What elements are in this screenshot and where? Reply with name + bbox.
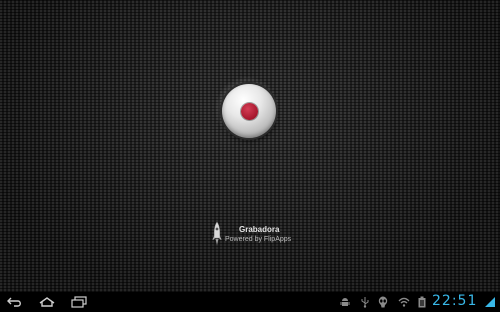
status-clock: 22:51 <box>432 293 478 309</box>
system-navigation-bar: 22:51 <box>0 292 500 312</box>
branding: Grabadora Powered by FlipApps <box>212 222 302 248</box>
recent-apps-icon[interactable] <box>70 295 88 309</box>
alien-icon <box>378 296 388 308</box>
app-name: Grabadora <box>239 225 280 234</box>
signal-icon <box>485 297 495 307</box>
recorder-app-area: Grabadora Powered by FlipApps <box>0 0 500 292</box>
powered-by-text: Powered by FlipApps <box>225 236 292 243</box>
record-icon <box>241 103 258 120</box>
rocket-logo-icon <box>212 222 222 245</box>
wifi-icon <box>398 297 410 307</box>
android-debug-icon <box>340 298 350 306</box>
battery-icon <box>418 296 426 308</box>
usb-icon <box>361 297 369 308</box>
screen: Grabadora Powered by FlipApps 22:51 <box>0 0 500 312</box>
home-icon[interactable] <box>38 295 56 309</box>
back-icon[interactable] <box>6 295 24 309</box>
